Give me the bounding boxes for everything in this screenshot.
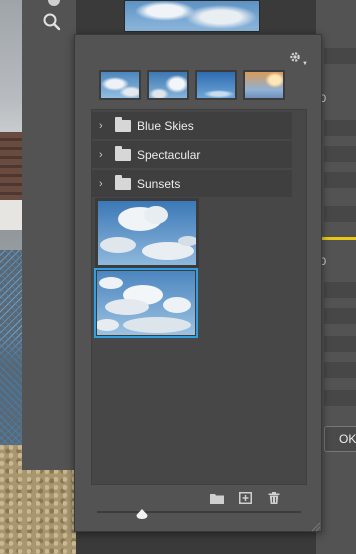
sky-group-label: Sunsets — [137, 176, 181, 191]
chevron-down-icon: ▼ — [302, 61, 308, 67]
property-field[interactable] — [324, 206, 356, 222]
sky-group[interactable]: › Spectacular — [92, 141, 292, 169]
resize-grip-icon[interactable] — [309, 519, 321, 532]
sky-replacement-properties — [316, 0, 356, 554]
property-field[interactable] — [324, 390, 356, 406]
property-field[interactable] — [324, 120, 356, 136]
sky-library-popup: ▼ › Blue Skies › Spectacular › Sunsets — [74, 34, 322, 532]
chevron-right-icon[interactable]: › — [99, 149, 115, 161]
ok-button[interactable]: OK — [324, 426, 356, 452]
property-field[interactable] — [324, 48, 356, 64]
property-field[interactable] — [324, 362, 356, 378]
sky-preview-dropdown[interactable] — [124, 0, 260, 32]
property-field[interactable] — [324, 172, 356, 188]
sky-group[interactable]: › Sunsets — [92, 170, 292, 198]
thumbnail-size-slider[interactable] — [97, 511, 301, 513]
recent-sky-thumbnail[interactable] — [99, 70, 141, 100]
property-field[interactable] — [324, 336, 356, 352]
gear-icon[interactable]: ▼ — [289, 51, 308, 67]
chevron-right-icon[interactable]: › — [99, 178, 115, 190]
recent-sky-thumbnail[interactable] — [147, 70, 189, 100]
sky-group[interactable]: › Blue Skies — [92, 112, 292, 140]
property-field[interactable] — [324, 146, 356, 162]
trash-icon[interactable] — [268, 491, 282, 504]
sky-thumbnail[interactable] — [95, 198, 199, 268]
folder-icon — [115, 145, 131, 161]
folder-icon — [115, 174, 131, 190]
chevron-right-icon[interactable]: › — [99, 120, 115, 132]
new-group-folder-icon[interactable] — [210, 491, 224, 504]
sky-group-label: Blue Skies — [137, 118, 194, 133]
property-field[interactable] — [324, 282, 356, 298]
thumbnail-size-slider-thumb[interactable] — [136, 506, 148, 519]
add-sky-icon[interactable] — [239, 491, 253, 504]
sky-library-list: › Blue Skies › Spectacular › Sunsets — [91, 109, 307, 485]
sky-group-label: Spectacular — [137, 147, 201, 162]
dialog-tool-strip — [22, 0, 76, 470]
canvas-wall — [0, 200, 24, 230]
zoom-tool-icon[interactable] — [42, 12, 62, 32]
recent-sky-thumbnail[interactable] — [243, 70, 285, 100]
canvas-roof — [0, 132, 24, 202]
recent-sky-thumbnail[interactable] — [195, 70, 237, 100]
folder-icon — [115, 116, 131, 132]
property-field[interactable] — [324, 308, 356, 324]
property-slider-fill[interactable] — [322, 237, 356, 240]
canvas-net — [0, 250, 24, 450]
sky-thumbnail-selected[interactable] — [94, 268, 198, 338]
